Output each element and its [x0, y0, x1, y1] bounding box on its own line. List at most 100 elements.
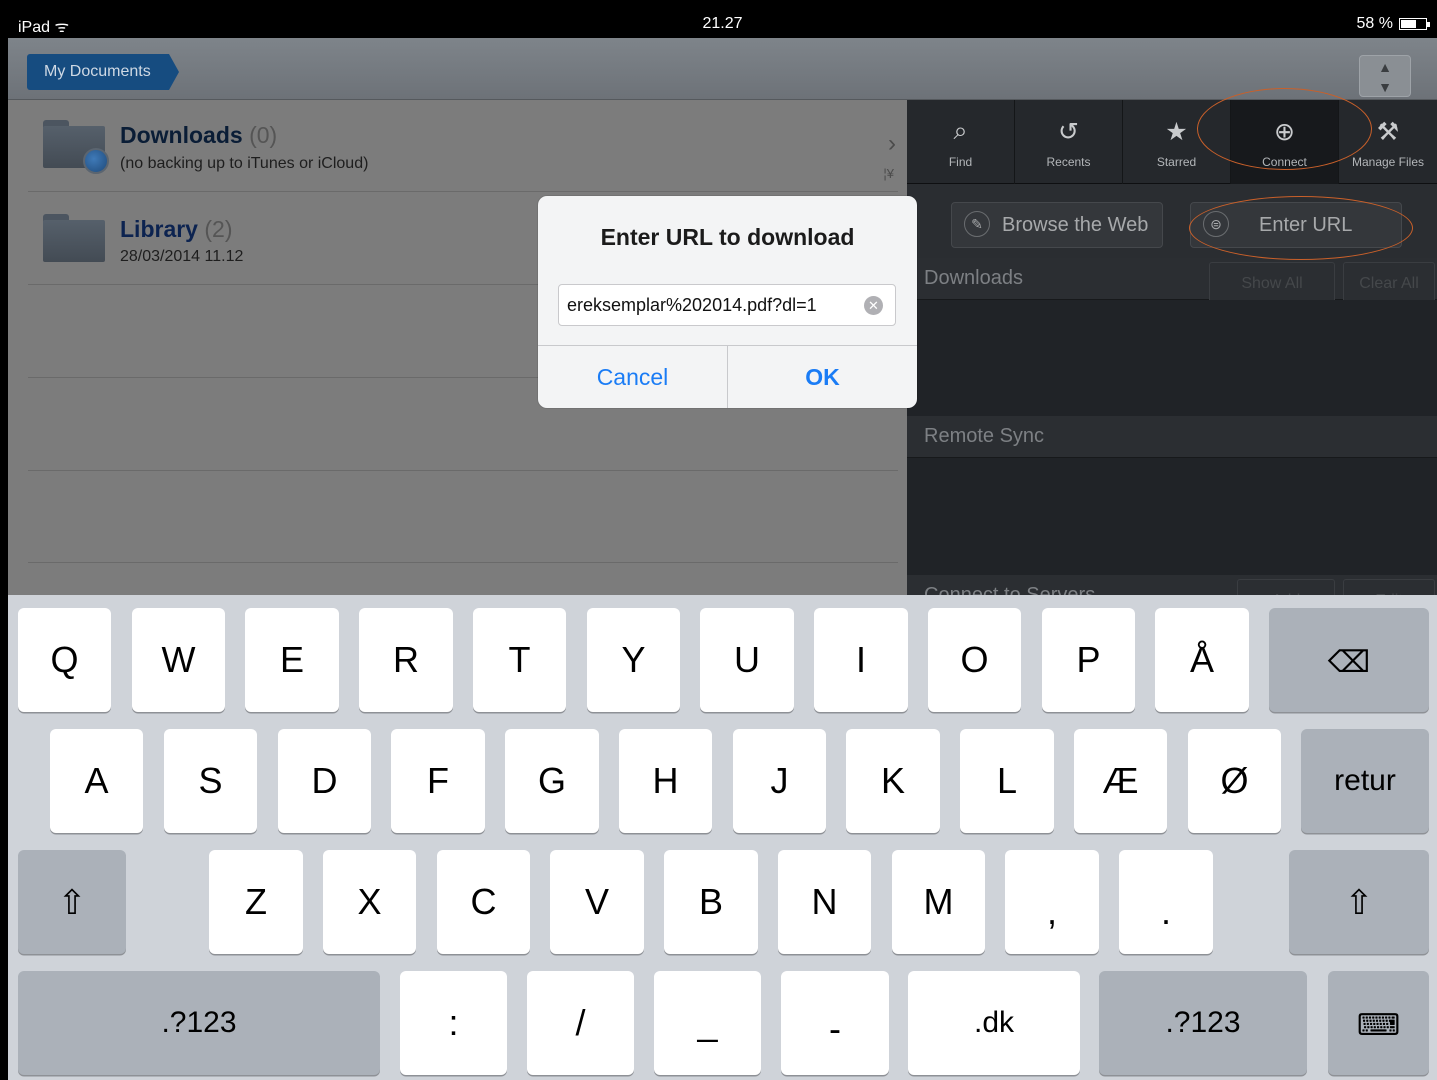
key-f[interactable]: F: [391, 729, 485, 833]
key-u[interactable]: U: [700, 608, 794, 712]
key-w[interactable]: W: [132, 608, 225, 712]
key-q[interactable]: Q: [18, 608, 111, 712]
sort-arrows-icon: ▲ ▼: [1378, 59, 1392, 95]
key-o-slash[interactable]: Ø: [1188, 729, 1281, 833]
key-colon[interactable]: :: [400, 971, 507, 1075]
file-subtitle: 28/03/2014 11.12: [120, 248, 244, 265]
numbers-key-left[interactable]: .?123: [18, 971, 380, 1075]
file-count: (2): [204, 216, 233, 242]
enter-url-label: Enter URL: [1259, 214, 1353, 236]
tab-label: Manage Files: [1351, 155, 1425, 169]
history-icon: ↺: [1058, 118, 1079, 146]
shift-key-left[interactable]: ⇧: [18, 850, 126, 954]
key-e[interactable]: E: [245, 608, 339, 712]
chevron-right-icon[interactable]: ›: [888, 130, 896, 158]
shift-icon: ⇧: [57, 884, 87, 922]
key-c[interactable]: C: [437, 850, 530, 954]
tab-label: Connect: [1262, 155, 1307, 169]
enter-url-button[interactable]: ⊜ Enter URL: [1190, 202, 1402, 248]
backspace-icon: ⌫: [1327, 646, 1371, 679]
key-s[interactable]: S: [164, 729, 257, 833]
hide-keyboard-key[interactable]: ⌨: [1328, 971, 1429, 1075]
keyboard-hide-icon: ⌨: [1356, 1009, 1401, 1042]
downloads-section-header: Downloads Show All Clear All: [907, 258, 1437, 306]
tab-manage-files[interactable]: ⚒ Manage Files: [1339, 100, 1437, 184]
key-j[interactable]: J: [733, 729, 826, 833]
key-g[interactable]: G: [505, 729, 599, 833]
key-a-ring[interactable]: Å: [1155, 608, 1249, 712]
tab-label: Starred: [1156, 155, 1197, 169]
breadcrumb-my-documents[interactable]: My Documents: [27, 54, 179, 90]
manage-small-icon: ¦¥: [883, 166, 894, 181]
return-key[interactable]: retur: [1301, 729, 1429, 833]
tab-connect[interactable]: ⊕ Connect: [1231, 100, 1339, 184]
key-x[interactable]: X: [323, 850, 416, 954]
file-title: Downloads (0): [120, 122, 277, 149]
file-row-downloads[interactable]: Downloads (0) (no backing up to iTunes o…: [28, 100, 898, 192]
tools-icon: ⚒: [1376, 118, 1400, 146]
enter-url-dialog: Enter URL to download ereksemplar%202014…: [538, 196, 917, 408]
star-icon: ★: [1165, 118, 1188, 146]
status-bar: iPad ᯤ 21.27 58 %: [8, 10, 1437, 38]
key-k[interactable]: K: [846, 729, 940, 833]
key-ae[interactable]: Æ: [1074, 729, 1167, 833]
key-m[interactable]: M: [892, 850, 985, 954]
shift-key-right[interactable]: ⇧: [1289, 850, 1429, 954]
key-z[interactable]: Z: [209, 850, 303, 954]
key-b[interactable]: B: [664, 850, 758, 954]
key-t[interactable]: T: [473, 608, 566, 712]
battery-fill: [1401, 20, 1416, 28]
web-actions: ✎ Browse the Web ⊜ Enter URL: [907, 184, 1437, 258]
key-n[interactable]: N: [778, 850, 871, 954]
clear-icon[interactable]: ✕: [864, 296, 883, 315]
section-title: Downloads: [924, 267, 1023, 289]
key-i[interactable]: I: [814, 608, 908, 712]
dialog-title: Enter URL to download: [600, 224, 855, 250]
onscreen-keyboard: Q W E R T Y U I O P Å ⌫ A S D F G H J K …: [8, 595, 1437, 1080]
url-input[interactable]: ereksemplar%202014.pdf?dl=1 ✕: [558, 284, 896, 326]
folder-icon: [43, 214, 105, 262]
key-dot-dk[interactable]: .dk: [908, 971, 1080, 1075]
connect-panel: ⌕ Find ↺ Recents ★ Starred ⊕ Connect ⚒ M…: [907, 88, 1437, 623]
key-dash[interactable]: -: [781, 971, 889, 1075]
key-underscore[interactable]: _: [654, 971, 761, 1075]
key-a[interactable]: A: [50, 729, 143, 833]
key-d[interactable]: D: [278, 729, 371, 833]
tab-starred[interactable]: ★ Starred: [1123, 100, 1231, 184]
file-title: Library (2): [120, 216, 233, 243]
compass-icon: ✎: [964, 210, 990, 237]
key-r[interactable]: R: [359, 608, 453, 712]
tab-label: Find: [948, 155, 973, 169]
key-p[interactable]: P: [1042, 608, 1135, 712]
backspace-key[interactable]: ⌫: [1269, 608, 1429, 712]
sort-button[interactable]: ▲ ▼: [1359, 55, 1411, 97]
key-l[interactable]: L: [960, 729, 1054, 833]
file-name: Downloads: [120, 122, 243, 148]
shift-icon: ⇧: [1344, 884, 1374, 922]
numbers-key-right[interactable]: .?123: [1099, 971, 1307, 1075]
ok-button[interactable]: OK: [728, 346, 917, 408]
tab-recents[interactable]: ↺ Recents: [1015, 100, 1123, 184]
battery-icon: [1399, 18, 1430, 30]
empty-row: [28, 471, 898, 563]
nav-bar: My Documents ▲ ▼: [8, 38, 1437, 100]
remote-sync-section-header: Remote Sync: [907, 416, 1437, 458]
folder-icon: [43, 120, 109, 174]
download-globe-icon: ⊜: [1203, 210, 1229, 237]
key-slash[interactable]: /: [527, 971, 634, 1075]
key-o[interactable]: O: [928, 608, 1021, 712]
key-comma[interactable]: ,: [1005, 850, 1099, 954]
key-v[interactable]: V: [550, 850, 644, 954]
cancel-button[interactable]: Cancel: [538, 346, 727, 408]
ipad-screen: iPad ᯤ 21.27 58 % My Documents ▲ ▼ Downlo…: [8, 10, 1437, 1080]
clock: 21.27: [702, 15, 743, 32]
battery-percent: 58 %: [1356, 15, 1393, 32]
key-period[interactable]: .: [1119, 850, 1213, 954]
section-title: Remote Sync: [924, 425, 1045, 447]
search-icon: ⌕: [953, 117, 968, 145]
key-y[interactable]: Y: [587, 608, 680, 712]
tab-find[interactable]: ⌕ Find: [907, 100, 1015, 184]
file-name: Library: [120, 216, 198, 242]
browse-web-button[interactable]: ✎ Browse the Web: [951, 202, 1163, 248]
key-h[interactable]: H: [619, 729, 712, 833]
